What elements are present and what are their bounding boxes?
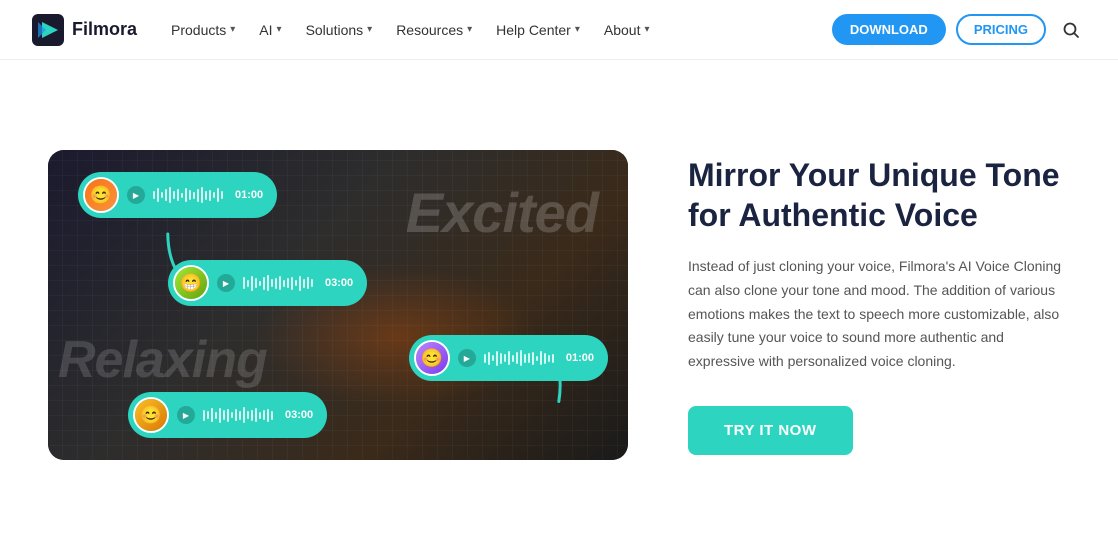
nav-item-resources[interactable]: Resources ▾: [386, 14, 482, 46]
time-label-4: 03:00: [285, 409, 313, 421]
chevron-down-icon: ▾: [277, 24, 282, 35]
logo-text: Filmora: [72, 19, 137, 40]
nav-label-ai: AI: [259, 22, 272, 38]
nav-label-products: Products: [171, 22, 226, 38]
nav-item-help[interactable]: Help Center ▾: [486, 14, 590, 46]
audio-card-4: 😊 ▶ 03:00: [128, 392, 327, 438]
media-card: Excited Relaxing 😊 ▶ 01:00: [48, 150, 628, 460]
chevron-down-icon: ▾: [230, 24, 235, 35]
avatar-3: 😊: [414, 340, 450, 376]
download-button[interactable]: DOWNLOAD: [832, 14, 946, 45]
time-label-3: 01:00: [566, 352, 594, 364]
waveform-2: [243, 274, 313, 292]
nav-label-help: Help Center: [496, 22, 571, 38]
nav-label-resources: Resources: [396, 22, 463, 38]
time-label-1: 01:00: [235, 189, 263, 201]
play-button-2[interactable]: ▶: [217, 274, 235, 292]
chevron-down-icon: ▾: [575, 24, 580, 35]
search-button[interactable]: [1056, 15, 1086, 45]
waveform-3: [484, 349, 554, 367]
play-button-4[interactable]: ▶: [177, 406, 195, 424]
time-label-2: 03:00: [325, 277, 353, 289]
word-excited: Excited: [406, 180, 598, 245]
pricing-button[interactable]: PRICING: [956, 14, 1046, 45]
nav-label-about: About: [604, 22, 641, 38]
logo[interactable]: Filmora: [32, 14, 137, 46]
play-button-1[interactable]: ▶: [127, 186, 145, 204]
chevron-down-icon: ▾: [367, 24, 372, 35]
avatar-1: 😊: [83, 177, 119, 213]
avatar-4: 😊: [133, 397, 169, 433]
nav-item-solutions[interactable]: Solutions ▾: [296, 14, 383, 46]
play-button-3[interactable]: ▶: [458, 349, 476, 367]
audio-card-2: 😁 ▶ 03:00: [168, 260, 367, 306]
navbar: Filmora Products ▾ AI ▾ Solutions ▾ Reso…: [0, 0, 1118, 60]
chevron-down-icon: ▾: [644, 24, 649, 35]
filmora-logo-icon: [32, 14, 64, 46]
hero-title: Mirror Your Unique Tone for Authentic Vo…: [688, 155, 1070, 235]
hero-content: Mirror Your Unique Tone for Authentic Vo…: [688, 155, 1070, 455]
audio-card-1: 😊 ▶ 01:00: [78, 172, 277, 218]
hero-description: Instead of just cloning your voice, Film…: [688, 255, 1070, 374]
hero-section: Excited Relaxing 😊 ▶ 01:00: [0, 60, 1118, 550]
avatar-2: 😁: [173, 265, 209, 301]
waveform-1: [153, 186, 223, 204]
nav-item-ai[interactable]: AI ▾: [249, 14, 291, 46]
audio-card-3: 😊 ▶ 01:00: [409, 335, 608, 381]
nav-item-products[interactable]: Products ▾: [161, 14, 245, 46]
search-icon: [1062, 21, 1080, 39]
word-relaxing: Relaxing: [58, 330, 267, 390]
nav-item-about[interactable]: About ▾: [594, 14, 660, 46]
try-it-now-button[interactable]: TRY IT NOW: [688, 406, 853, 455]
nav-label-solutions: Solutions: [306, 22, 364, 38]
chevron-down-icon: ▾: [467, 24, 472, 35]
nav-links: Products ▾ AI ▾ Solutions ▾ Resources ▾ …: [161, 14, 832, 46]
nav-actions: DOWNLOAD PRICING: [832, 14, 1086, 45]
waveform-4: [203, 406, 273, 424]
